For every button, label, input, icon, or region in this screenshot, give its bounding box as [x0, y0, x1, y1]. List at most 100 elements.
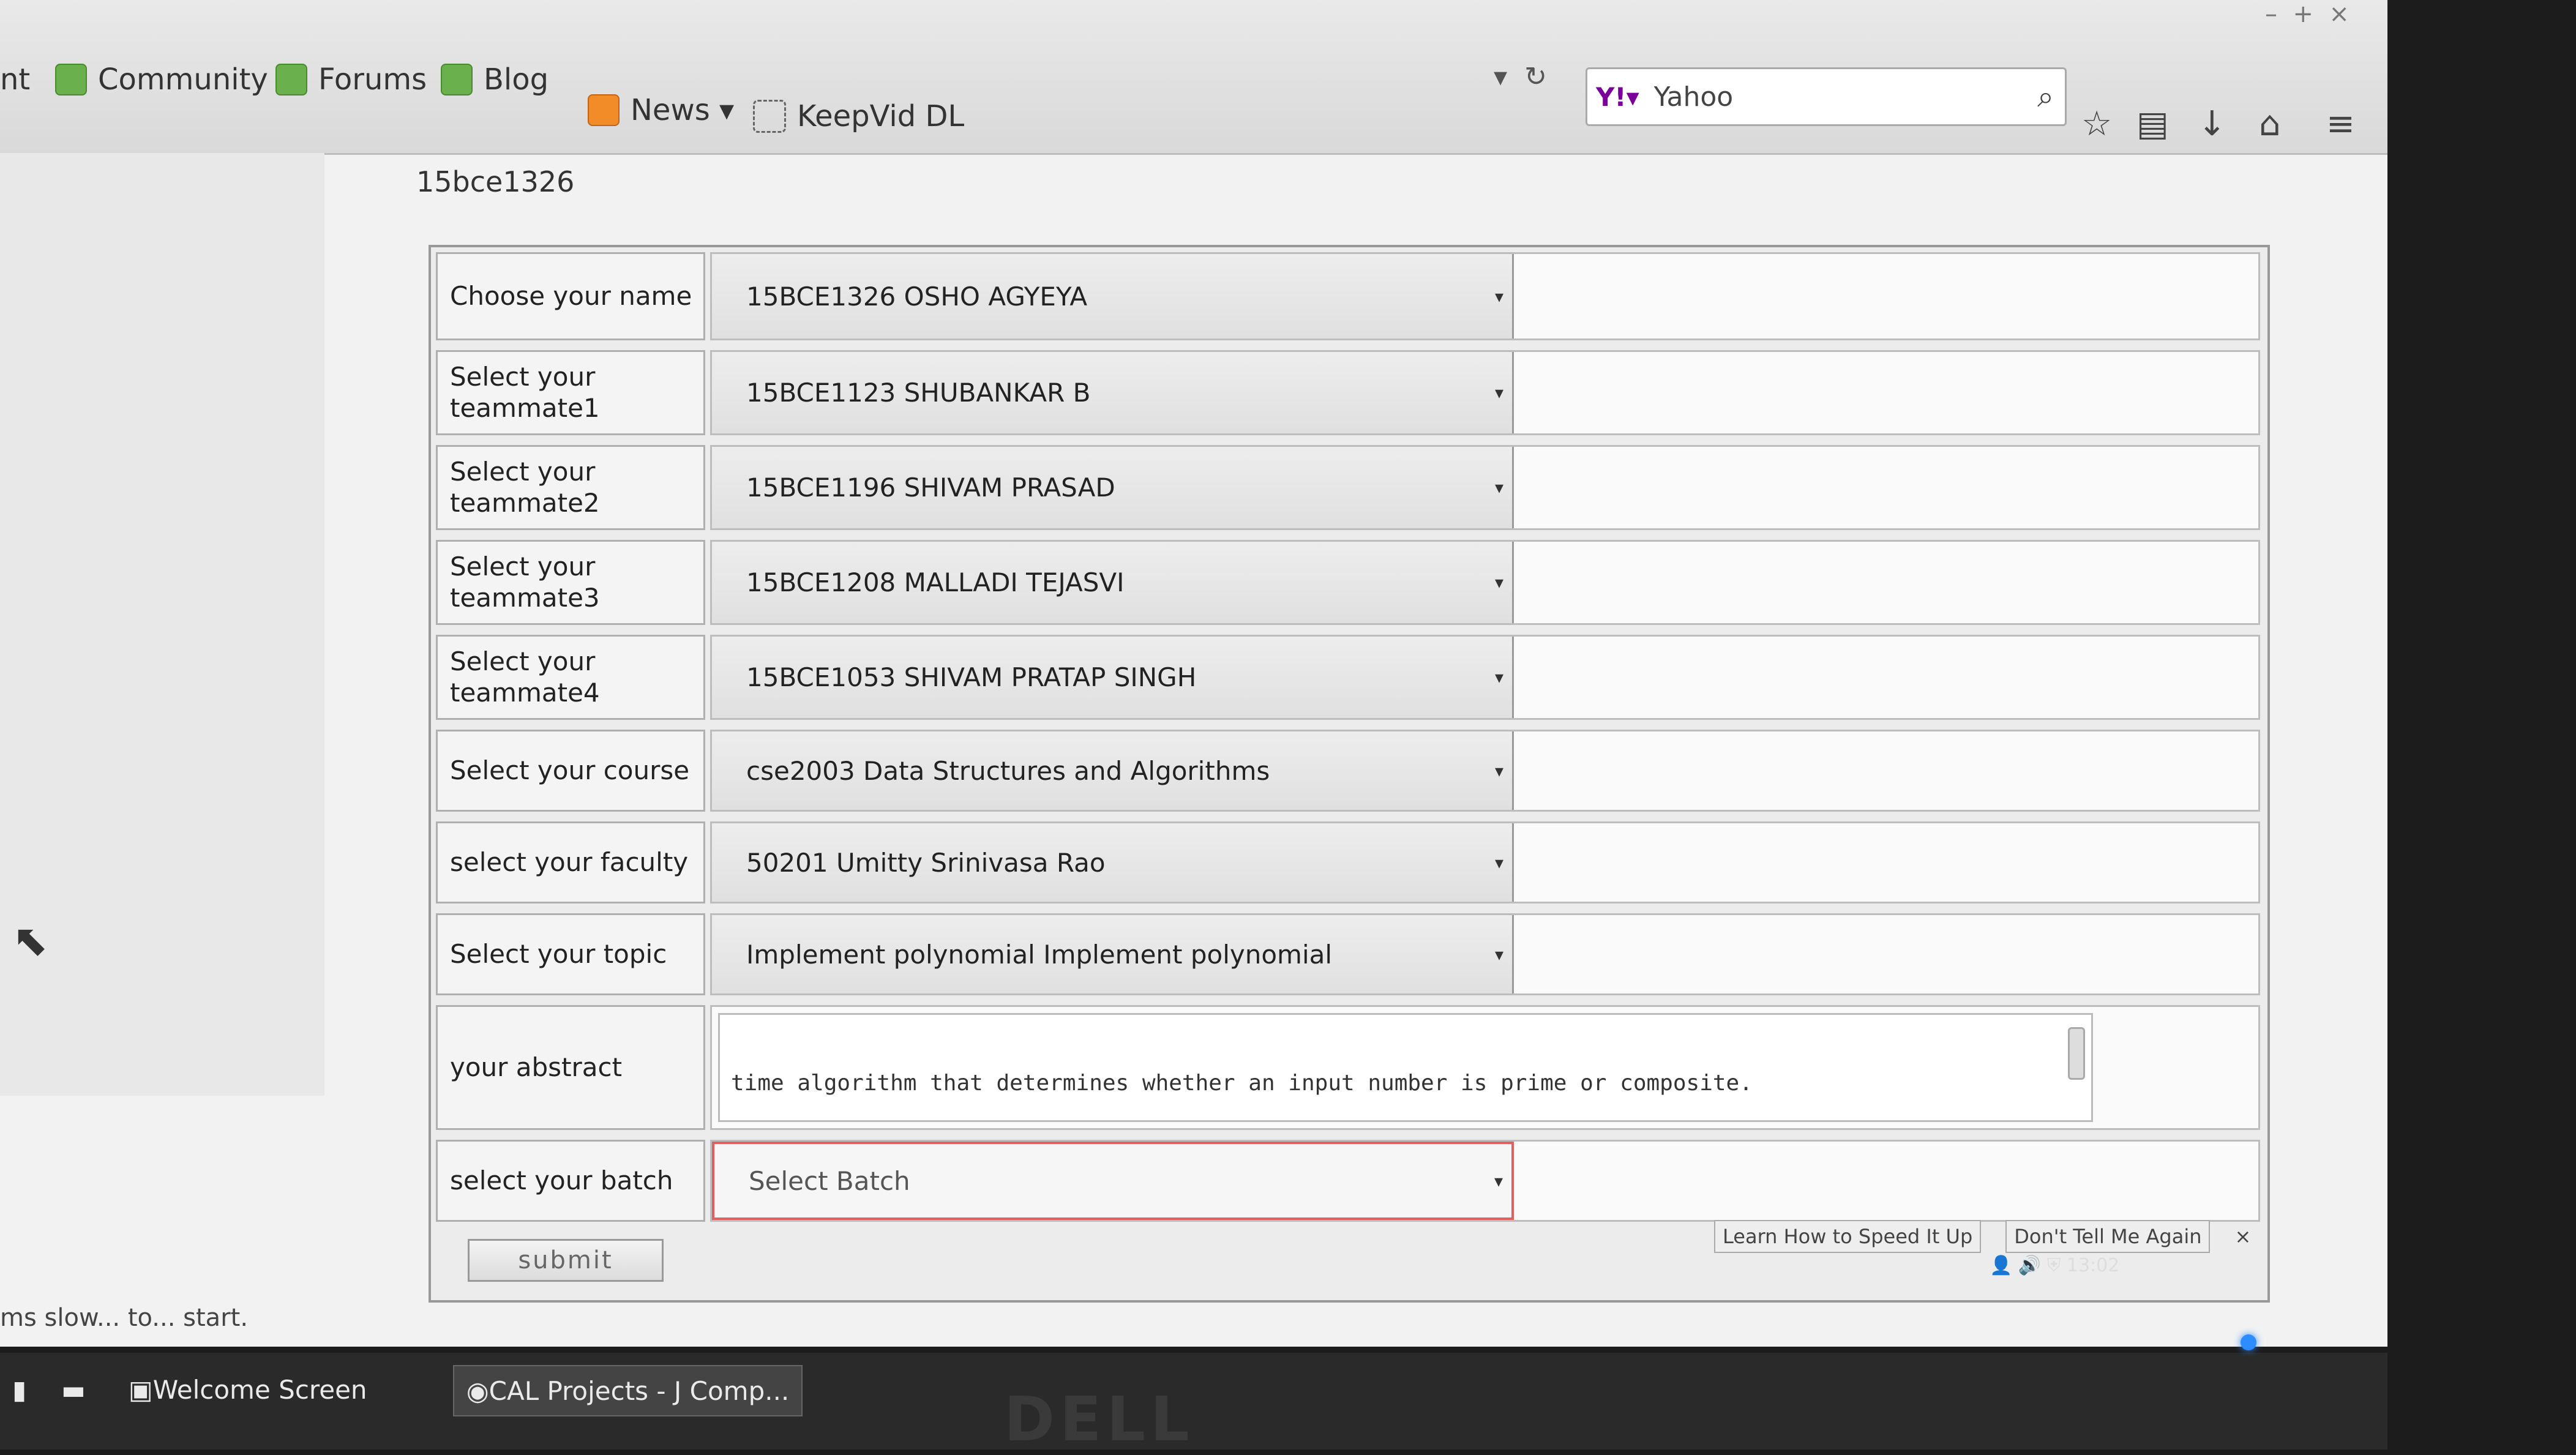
- teammate2-select[interactable]: 15BCE1196 SHIVAM PRASAD ▾: [712, 447, 1514, 528]
- search-icon[interactable]: ⌕: [2037, 80, 2054, 114]
- clock[interactable]: 13:02: [2067, 1255, 2119, 1276]
- scrollbar[interactable]: [2068, 1027, 2085, 1080]
- search-box[interactable]: Y!▾ Yahoo ⌕: [1586, 67, 2067, 126]
- teammate3-select[interactable]: 15BCE1208 MALLADI TEJASVI ▾: [712, 542, 1514, 623]
- form-label: your abstract: [436, 1005, 705, 1130]
- close-icon[interactable]: ×: [2234, 1225, 2251, 1248]
- user-id-text: 15bce1326: [416, 165, 575, 198]
- url-bar-end[interactable]: ▾ ↻: [1494, 61, 1547, 92]
- notification-bar: Learn How to Speed It Up Don't Tell Me A…: [1714, 1215, 2251, 1258]
- yahoo-icon[interactable]: Y!▾: [1596, 82, 1639, 112]
- select-value: 15BCE1326 OSHO AGYEYA: [746, 281, 1088, 312]
- chevron-down-icon[interactable]: ▾: [1495, 477, 1503, 498]
- dont-tell-button[interactable]: Don't Tell Me Again: [2005, 1220, 2211, 1253]
- chevron-down-icon[interactable]: ▾: [1495, 761, 1503, 781]
- window-controls[interactable]: – + ×: [2265, 0, 2349, 28]
- form-row-abstract: your abstract time algorithm that determ…: [431, 1000, 2265, 1135]
- select-value: 50201 Umitty Srinivasa Rao: [746, 847, 1106, 878]
- select-value: Select Batch: [749, 1165, 910, 1196]
- select-value: Implement polynomial Implement polynomia…: [746, 939, 1333, 970]
- form-row-name: Choose your name 15BCE1326 OSHO AGYEYA ▾: [431, 247, 2265, 345]
- browser-toolbar: nt Community Forums Blog News ▾ KeepVid …: [0, 0, 2387, 155]
- faculty-select[interactable]: 50201 Umitty Srinivasa Rao ▾: [712, 823, 1514, 902]
- bookmark-community[interactable]: Community: [55, 55, 268, 104]
- form-label: select your batch: [436, 1140, 705, 1222]
- form-row-teammate2: Select your teammate2 15BCE1196 SHIVAM P…: [431, 440, 2265, 535]
- chevron-down-icon[interactable]: ▾: [1495, 944, 1503, 965]
- bookmark-forums[interactable]: Forums: [275, 55, 427, 104]
- topic-select[interactable]: Implement polynomial Implement polynomia…: [712, 915, 1514, 993]
- form-field: cse2003 Data Structures and Algorithms ▾: [710, 730, 2260, 812]
- form-label: Select your teammate3: [436, 540, 705, 625]
- dropdown-icon[interactable]: ▾: [1494, 61, 1507, 92]
- bookmark-keepvid[interactable]: KeepVid DL: [753, 92, 964, 141]
- form-field: 15BCE1326 OSHO AGYEYA ▾: [710, 252, 2260, 340]
- shield-icon[interactable]: ⛨: [2047, 1255, 2061, 1276]
- form-label: Select your course: [436, 730, 705, 812]
- form-field: 50201 Umitty Srinivasa Rao ▾: [710, 821, 2260, 903]
- form-row-course: Select your course cse2003 Data Structur…: [431, 725, 2265, 817]
- chevron-down-icon[interactable]: ▾: [1495, 667, 1503, 687]
- teammate4-select[interactable]: 15BCE1053 SHIVAM PRATAP SINGH ▾: [712, 637, 1514, 718]
- download-icon[interactable]: ↓: [2198, 104, 2226, 144]
- bookmark-news[interactable]: News ▾: [588, 86, 734, 135]
- form-label: Choose your name: [436, 252, 705, 340]
- rss-icon: [588, 94, 620, 126]
- folder-icon[interactable]: ▬: [49, 1365, 98, 1414]
- taskbar-label: CAL Projects - J Comp...: [489, 1375, 790, 1406]
- chevron-down-icon[interactable]: ▾: [1495, 572, 1503, 593]
- terminal-icon[interactable]: ▮: [0, 1365, 39, 1414]
- batch-select[interactable]: Select Batch ▾: [712, 1142, 1514, 1220]
- select-value: 15BCE1196 SHIVAM PRASAD: [746, 473, 1115, 503]
- mint-icon: ▣: [129, 1374, 153, 1405]
- power-led-icon: [2241, 1334, 2256, 1350]
- mint-icon: [275, 64, 307, 95]
- form-row-teammate1: Select your teammate1 15BCE1123 SHUBANKA…: [431, 345, 2265, 440]
- bookmark-label: News ▾: [631, 93, 735, 127]
- bookmark-label: Forums: [318, 62, 427, 97]
- abstract-textarea[interactable]: time algorithm that determines whether a…: [718, 1013, 2093, 1122]
- star-icon[interactable]: ☆: [2081, 104, 2112, 144]
- menu-icon[interactable]: ≡: [2326, 104, 2355, 144]
- user-icon[interactable]: 👤: [1990, 1255, 2012, 1276]
- clipboard-icon[interactable]: ▤: [2136, 104, 2169, 144]
- form-label: Select your teammate4: [436, 635, 705, 720]
- dell-logo: DELL: [1004, 1383, 1194, 1455]
- bookmark-label: nt: [0, 62, 31, 97]
- left-panel: [0, 153, 324, 1096]
- status-text: ms slow... to... start.: [0, 1304, 249, 1332]
- bookmark-partial[interactable]: nt: [0, 55, 30, 104]
- chevron-down-icon[interactable]: ▾: [1495, 286, 1503, 307]
- form-field: Select Batch ▾: [710, 1140, 2260, 1222]
- form-field: 15BCE1053 SHIVAM PRATAP SINGH ▾: [710, 635, 2260, 720]
- form-row-teammate4: Select your teammate4 15BCE1053 SHIVAM P…: [431, 630, 2265, 725]
- select-value: 15BCE1053 SHIVAM PRATAP SINGH: [746, 662, 1197, 692]
- mouse-cursor-icon: ⬉: [12, 915, 48, 965]
- volume-icon[interactable]: 🔊: [2018, 1255, 2041, 1276]
- submit-button[interactable]: submit: [468, 1239, 664, 1282]
- abstract-text: time algorithm that determines whether a…: [731, 1071, 1753, 1096]
- course-select[interactable]: cse2003 Data Structures and Algorithms ▾: [712, 731, 1514, 810]
- minimize-icon[interactable]: –: [2265, 0, 2277, 28]
- close-icon[interactable]: ×: [2329, 0, 2349, 28]
- name-select[interactable]: 15BCE1326 OSHO AGYEYA ▾: [712, 254, 1514, 339]
- form-row-faculty: select your faculty 50201 Umitty Sriniva…: [431, 817, 2265, 908]
- form-row-batch: select your batch Select Batch ▾: [431, 1135, 2265, 1227]
- select-value: 15BCE1208 MALLADI TEJASVI: [746, 567, 1125, 597]
- taskbar-item-cal-projects[interactable]: ◉ CAL Projects - J Comp...: [453, 1365, 803, 1416]
- reload-icon[interactable]: ↻: [1524, 61, 1547, 92]
- search-input[interactable]: Yahoo: [1654, 81, 1734, 113]
- chevron-down-icon[interactable]: ▾: [1494, 1171, 1503, 1191]
- system-tray: 👤 🔊 ⛨ 13:02: [1990, 1255, 2119, 1276]
- home-icon[interactable]: ⌂: [2259, 104, 2281, 144]
- screen: nt Community Forums Blog News ▾ KeepVid …: [0, 0, 2387, 1347]
- teammate1-select[interactable]: 15BCE1123 SHUBANKAR B ▾: [712, 352, 1514, 433]
- chevron-down-icon[interactable]: ▾: [1495, 383, 1503, 403]
- chevron-down-icon[interactable]: ▾: [1495, 853, 1503, 873]
- form-label: Select your teammate2: [436, 445, 705, 530]
- form-row-teammate3: Select your teammate3 15BCE1208 MALLADI …: [431, 535, 2265, 630]
- learn-speed-button[interactable]: Learn How to Speed It Up: [1714, 1220, 1982, 1253]
- maximize-icon[interactable]: +: [2293, 0, 2313, 28]
- bookmark-blog[interactable]: Blog: [441, 55, 549, 104]
- taskbar-item-welcome[interactable]: ▣ Welcome Screen: [116, 1365, 380, 1414]
